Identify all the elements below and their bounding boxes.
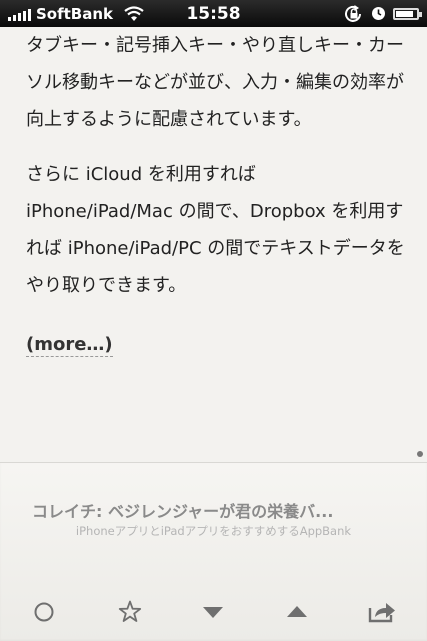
status-bar: SoftBank 15:58 [0, 0, 427, 27]
wifi-icon [124, 5, 144, 21]
signal-icon [8, 7, 31, 21]
alarm-icon [372, 7, 385, 20]
article-body: タブキー・記号挿入キー・やり直しキー・カーソル移動キーなどが並び、入力・編集の効… [26, 27, 406, 381]
next-article-panel[interactable]: コレイチ: ベジレンジャーが君の栄養バ... iPhoneアプリとiPadアプリ… [0, 462, 427, 641]
article-paragraph-2: さらに iCloud を利用すれば iPhone/iPad/Mac の間で、Dr… [26, 164, 405, 296]
rotation-lock-icon [345, 4, 361, 22]
next-article-source: iPhoneアプリとiPadアプリをおすすめするAppBank [75, 524, 352, 538]
circle-icon[interactable] [24, 593, 64, 631]
scroll-indicator [417, 451, 423, 457]
carrier-name: SoftBank [36, 4, 114, 23]
bottom-toolbar [0, 593, 427, 631]
next-article-title[interactable]: コレイチ: ベジレンジャーが君の栄養バ... [32, 498, 402, 522]
up-arrow-icon[interactable] [277, 593, 317, 631]
more-link[interactable]: (more…) [26, 334, 113, 357]
star-icon[interactable] [110, 593, 150, 631]
share-icon[interactable] [362, 593, 402, 631]
article-paragraph-1: タブキー・記号挿入キー・やり直しキー・カーソル移動キーなどが並び、入力・編集の効… [26, 35, 404, 130]
down-arrow-icon[interactable] [193, 593, 233, 631]
battery-icon [393, 7, 422, 20]
